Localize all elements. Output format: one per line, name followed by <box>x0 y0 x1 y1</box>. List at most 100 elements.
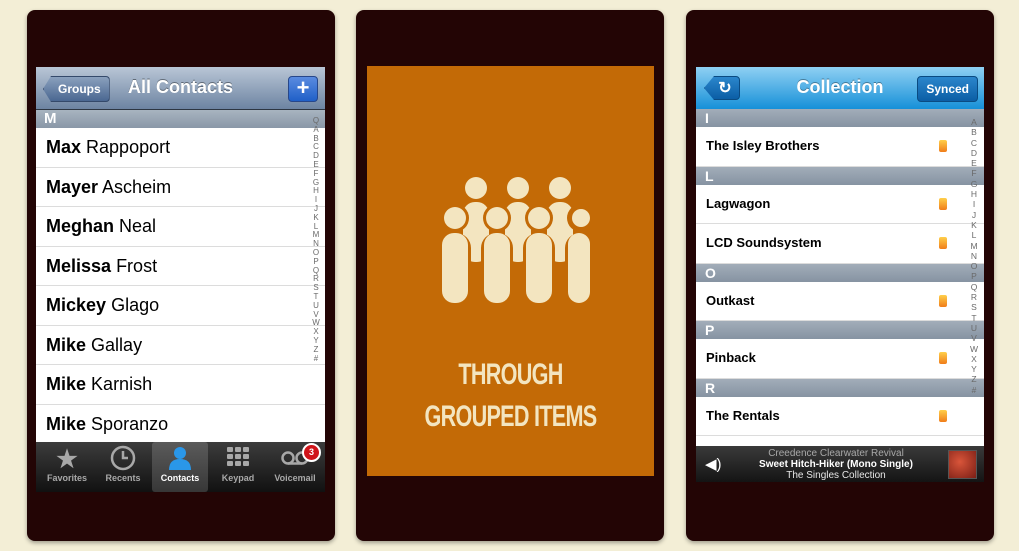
contact-last-name: Sporanzo <box>91 413 169 434</box>
contact-last-name: Gallay <box>91 334 143 355</box>
index-letter[interactable]: P <box>967 271 981 281</box>
index-letter[interactable]: B <box>967 127 981 137</box>
tab-label: Favorites <box>46 473 88 483</box>
synced-button[interactable]: Synced <box>917 76 978 102</box>
contact-row[interactable]: Mike Gallay <box>36 326 325 365</box>
tab-label: Recents <box>105 473 141 483</box>
alphabet-index[interactable]: A B C D E F G H I J K L M N O P Q R S T U V W X Y Z # <box>967 117 981 395</box>
card-title-line2: GROUPED ITEMS <box>424 400 598 433</box>
index-letter[interactable]: O <box>967 261 981 271</box>
contact-row[interactable]: Mayer Ascheim <box>36 168 325 207</box>
collection-navbar: ↻ Collection Synced <box>696 67 984 110</box>
index-letter[interactable]: J <box>967 210 981 220</box>
contacts-list: Max Rappoport Mayer Ascheim Meghan Neal … <box>36 128 325 444</box>
star-icon: ★ <box>56 446 78 473</box>
collection-phone-panel: ↻ Collection Synced I The Isley Brothers… <box>686 10 994 541</box>
index-letter[interactable]: C <box>967 138 981 148</box>
tab-bar: ★ Favorites Recents Contacts Keypad Voic… <box>36 442 325 492</box>
artist-row[interactable]: Lagwagon <box>696 185 984 224</box>
keypad-icon <box>210 445 266 473</box>
contact-row[interactable]: Max Rappoport <box>36 128 325 168</box>
tab-label: Keypad <box>221 473 255 483</box>
index-letter[interactable]: T <box>967 313 981 323</box>
index-letter[interactable]: V <box>967 333 981 343</box>
now-playing-info: Creedence Clearwater Revival Sweet Hitch… <box>736 448 936 481</box>
contacts-screen: Groups All Contacts + M Max Rappoport Ma… <box>36 67 325 492</box>
device-icon <box>939 294 947 307</box>
contact-row[interactable]: Mike Sporanzo <box>36 405 325 444</box>
contact-row[interactable]: Melissa Frost <box>36 247 325 286</box>
contact-row[interactable]: Mickey Glago <box>36 286 325 326</box>
index-letter[interactable]: # <box>309 354 323 364</box>
section-header: O <box>696 263 984 282</box>
contact-row[interactable]: Mike Karnish <box>36 365 325 405</box>
contact-first-name: Meghan <box>46 216 115 236</box>
page-title: All Contacts <box>127 77 233 97</box>
section-header: P <box>696 321 984 339</box>
index-letter[interactable]: N <box>967 251 981 261</box>
index-letter[interactable]: G <box>967 179 981 189</box>
artist-row[interactable]: Outkast <box>696 282 984 321</box>
index-letter[interactable]: D <box>967 148 981 158</box>
index-letter[interactable]: F <box>967 168 981 178</box>
section-header: L <box>696 166 984 185</box>
contact-first-name: Mike <box>46 413 87 434</box>
device-icon <box>939 237 947 249</box>
tab-label: Contacts <box>160 473 200 483</box>
artist-list: I The Isley Brothers L Lagwagon LCD Soun… <box>696 109 984 436</box>
title-card-panel: THROUGH GROUPED ITEMS <box>356 10 664 541</box>
device-icon <box>939 409 947 422</box>
contact-first-name: Mayer <box>46 176 99 197</box>
artist-name: Outkast <box>706 292 755 308</box>
artist-row[interactable]: The Isley Brothers <box>696 127 984 167</box>
index-letter[interactable]: X <box>967 354 981 364</box>
person-icon <box>152 445 208 473</box>
index-letter[interactable]: # <box>967 385 981 395</box>
now-playing-artist: Creedence Clearwater Revival <box>768 448 904 459</box>
tab-voicemail[interactable]: Voicemail 3 <box>267 442 323 492</box>
voicemail-badge: 3 <box>302 443 321 462</box>
speaker-icon[interactable]: ◀︎) <box>705 455 722 473</box>
index-letter[interactable]: Y <box>967 364 981 374</box>
device-icon <box>939 197 947 210</box>
card-title-line1: THROUGH <box>458 358 563 391</box>
contacts-navbar: Groups All Contacts + <box>36 67 325 110</box>
group-people-icon <box>430 176 597 311</box>
index-letter[interactable]: M <box>967 241 981 251</box>
section-header: M <box>36 110 325 128</box>
contact-first-name: Mickey <box>46 295 107 315</box>
contact-first-name: Max <box>46 137 82 157</box>
artist-row[interactable]: Pinback <box>696 339 984 379</box>
index-letter[interactable]: A <box>967 117 981 127</box>
index-letter[interactable]: Z <box>967 374 981 384</box>
artist-row[interactable]: LCD Soundsystem <box>696 224 984 264</box>
album-art[interactable] <box>948 450 977 479</box>
index-letter[interactable]: H <box>967 189 981 199</box>
index-letter[interactable]: E <box>967 158 981 168</box>
contact-row[interactable]: Meghan Neal <box>36 207 325 247</box>
artist-name: The Isley Brothers <box>706 138 820 153</box>
alphabet-index[interactable]: Q A B C D E F G H I J K L M N O P Q R S T U V W X Y Z # <box>309 116 323 364</box>
index-letter[interactable]: K <box>967 220 981 230</box>
now-playing-bar[interactable]: ◀︎) Creedence Clearwater Revival Sweet H… <box>696 446 984 482</box>
contact-first-name: Mike <box>46 374 87 394</box>
tab-keypad[interactable]: Keypad <box>210 442 266 492</box>
tab-favorites[interactable]: ★ Favorites <box>39 442 95 492</box>
index-letter[interactable]: S <box>967 302 981 312</box>
now-playing-song: Sweet Hitch-Hiker (Mono Single) <box>759 459 913 470</box>
index-letter[interactable]: I <box>967 199 981 209</box>
contact-last-name: Rappoport <box>86 137 171 157</box>
index-letter[interactable]: L <box>967 230 981 240</box>
contacts-phone-panel: Groups All Contacts + M Max Rappoport Ma… <box>27 10 335 541</box>
index-letter[interactable]: U <box>967 323 981 333</box>
index-letter[interactable]: Q <box>967 282 981 292</box>
index-letter[interactable]: R <box>967 292 981 302</box>
add-contact-button[interactable]: + <box>288 76 318 102</box>
artist-row[interactable]: The Rentals <box>696 397 984 436</box>
artist-name: LCD Soundsystem <box>706 235 822 250</box>
contact-last-name: Frost <box>116 255 158 276</box>
tab-recents[interactable]: Recents <box>95 442 151 492</box>
index-letter[interactable]: W <box>967 344 981 354</box>
collection-screen: ↻ Collection Synced I The Isley Brothers… <box>696 67 984 482</box>
tab-contacts[interactable]: Contacts <box>152 442 208 492</box>
